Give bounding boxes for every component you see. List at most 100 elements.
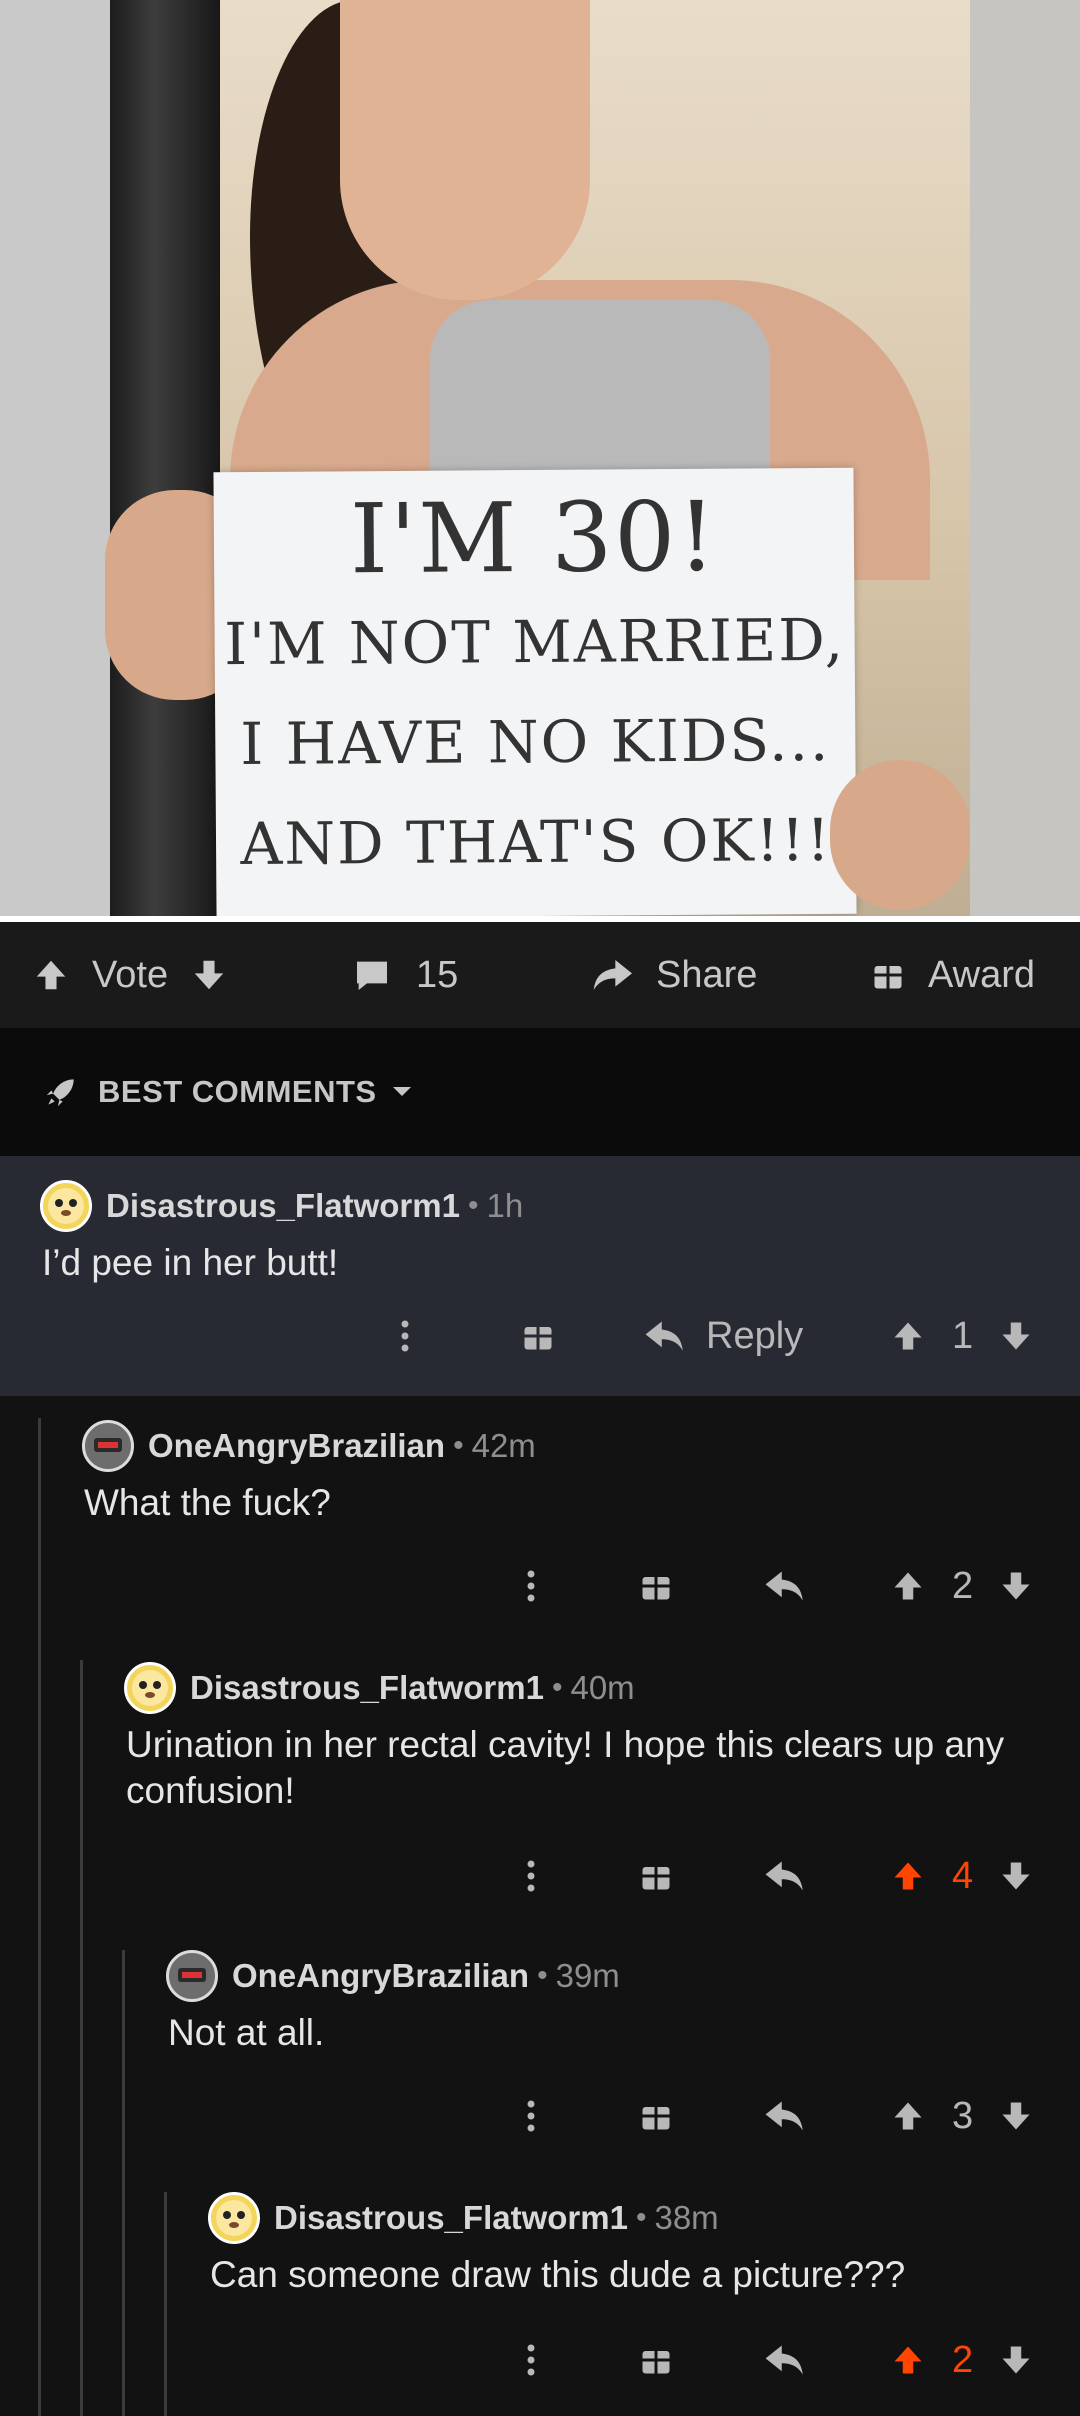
gift-icon	[870, 957, 906, 993]
comment-score: 4	[952, 1854, 974, 1897]
comment-score: 2	[952, 1564, 974, 1607]
chevron-down-icon	[391, 1085, 413, 1099]
separator-dot: •	[635, 2201, 647, 2234]
upvote-icon[interactable]	[890, 1556, 926, 1616]
comment-time: 1h	[486, 1187, 524, 1224]
downvote-icon[interactable]	[998, 2330, 1034, 2390]
sign-line-4: AND THAT'S OK!!!	[240, 805, 832, 879]
comment-1-actions: Reply 1	[0, 1306, 1080, 1366]
reply-label: Reply	[706, 1314, 804, 1357]
upvote-icon[interactable]	[890, 1846, 926, 1906]
comment-body: Not at all.	[168, 2012, 325, 2053]
reply-button[interactable]: Reply	[644, 1306, 803, 1366]
sort-label: BEST COMMENTS	[98, 1074, 377, 1109]
reply-icon[interactable]	[764, 1846, 806, 1906]
downvote-icon[interactable]	[998, 1556, 1034, 1616]
comment-4: OneAngryBrazilian • 39m Not at all. 3	[0, 1926, 1080, 2166]
post-image[interactable]: I'M 30! I'M NOT MARRIED, I HAVE NO KIDS.…	[0, 0, 1080, 916]
gift-icon[interactable]	[638, 1846, 674, 1906]
downvote-icon[interactable]	[998, 2086, 1034, 2146]
more-options-icon[interactable]	[524, 1556, 538, 1616]
comment-body: Urination in her rectal cavity! I hope t…	[126, 1724, 1005, 1811]
avatar[interactable]	[208, 2192, 260, 2244]
comment-5: Disastrous_Flatworm1 • 38m Can someone d…	[0, 2168, 1080, 2416]
comment-4-actions: 3	[0, 2086, 1080, 2146]
post-action-bar: Vote 15 Share Award	[0, 916, 1080, 1028]
downvote-icon[interactable]	[190, 956, 228, 994]
image-door	[110, 0, 220, 916]
comment-body: What the fuck?	[84, 1482, 331, 1523]
comment-2-header: OneAngryBrazilian • 42m	[82, 1418, 536, 1474]
image-face	[340, 0, 590, 300]
separator-dot: •	[551, 1671, 563, 1704]
share-button[interactable]: Share	[590, 922, 757, 1028]
comment-score: 2	[952, 2338, 974, 2381]
image-sign: I'M 30! I'M NOT MARRIED, I HAVE NO KIDS.…	[213, 467, 857, 916]
upvote-icon[interactable]	[890, 2330, 926, 2390]
gift-icon[interactable]	[638, 1556, 674, 1616]
comment-body: Can someone draw this dude a picture???	[210, 2254, 906, 2295]
separator-dot: •	[453, 1429, 464, 1462]
comments-button[interactable]: 15	[352, 922, 458, 1028]
comment-2: OneAngryBrazilian • 42m What the fuck? 2	[0, 1396, 1080, 1642]
share-icon	[590, 955, 634, 995]
vote-group: Vote	[32, 922, 228, 1028]
sign-line-3: I HAVE NO KIDS...	[240, 705, 831, 779]
comment-author[interactable]: Disastrous_Flatworm1	[106, 1187, 460, 1225]
separator-dot: •	[537, 1959, 548, 1992]
gift-icon[interactable]	[638, 2330, 674, 2390]
comment-time: 39m	[555, 1957, 620, 1994]
comment-3: Disastrous_Flatworm1 • 40m Urination in …	[0, 1638, 1080, 1926]
reply-icon[interactable]	[764, 2330, 806, 2390]
comment-score: 3	[952, 2094, 974, 2137]
sign-line-2: I'M NOT MARRIED,	[223, 605, 846, 679]
more-options-icon[interactable]	[524, 2330, 538, 2390]
sign-line-1: I'M 30!	[349, 480, 719, 596]
comment-count: 15	[416, 953, 459, 996]
image-wall-right	[970, 0, 1080, 916]
image-wall-left	[0, 0, 110, 916]
image-right-hand	[830, 760, 970, 910]
rocket-icon	[42, 1073, 80, 1111]
comment-score: 1	[952, 1314, 974, 1357]
comment-5-actions: 2	[0, 2330, 1080, 2390]
comment-5-header: Disastrous_Flatworm1 • 38m	[208, 2190, 719, 2246]
avatar[interactable]	[124, 1662, 176, 1714]
vote-label: Vote	[92, 953, 169, 996]
downvote-icon[interactable]	[998, 1846, 1034, 1906]
gift-icon[interactable]	[520, 1306, 556, 1366]
more-options-icon[interactable]	[398, 1306, 412, 1366]
upvote-icon[interactable]	[890, 1306, 926, 1366]
comment-3-header: Disastrous_Flatworm1 • 40m	[124, 1660, 635, 1716]
comment-author[interactable]: OneAngryBrazilian	[148, 1427, 445, 1465]
downvote-icon[interactable]	[998, 1306, 1034, 1366]
comment-1: Disastrous_Flatworm1 • 1h I’d pee in her…	[0, 1156, 1080, 1396]
more-options-icon[interactable]	[524, 1846, 538, 1906]
share-label: Share	[656, 953, 758, 996]
comment-4-header: OneAngryBrazilian • 39m	[166, 1948, 620, 2004]
avatar[interactable]	[166, 1950, 218, 2002]
separator-dot: •	[467, 1189, 479, 1222]
avatar[interactable]	[82, 1420, 134, 1472]
comment-time: 40m	[570, 1669, 635, 1706]
upvote-icon[interactable]	[890, 2086, 926, 2146]
comment-author[interactable]: Disastrous_Flatworm1	[190, 1669, 544, 1707]
comment-body: I’d pee in her butt!	[42, 1242, 339, 1283]
more-options-icon[interactable]	[524, 2086, 538, 2146]
comment-sort-button[interactable]: BEST COMMENTS	[0, 1028, 1080, 1156]
gift-icon[interactable]	[638, 2086, 674, 2146]
reply-icon[interactable]	[764, 2086, 806, 2146]
avatar[interactable]	[40, 1180, 92, 1232]
comment-time: 38m	[654, 2199, 719, 2236]
comment-author[interactable]: Disastrous_Flatworm1	[274, 2199, 628, 2237]
comment-time: 42m	[471, 1427, 536, 1464]
comment-icon	[352, 955, 392, 995]
reply-icon[interactable]	[764, 1556, 806, 1616]
upvote-icon[interactable]	[32, 956, 70, 994]
comment-2-actions: 2	[0, 1556, 1080, 1616]
award-button[interactable]: Award	[870, 922, 1035, 1028]
award-label: Award	[928, 953, 1036, 996]
comment-1-header: Disastrous_Flatworm1 • 1h	[40, 1178, 523, 1234]
comment-3-actions: 4	[0, 1846, 1080, 1906]
comment-author[interactable]: OneAngryBrazilian	[232, 1957, 529, 1995]
